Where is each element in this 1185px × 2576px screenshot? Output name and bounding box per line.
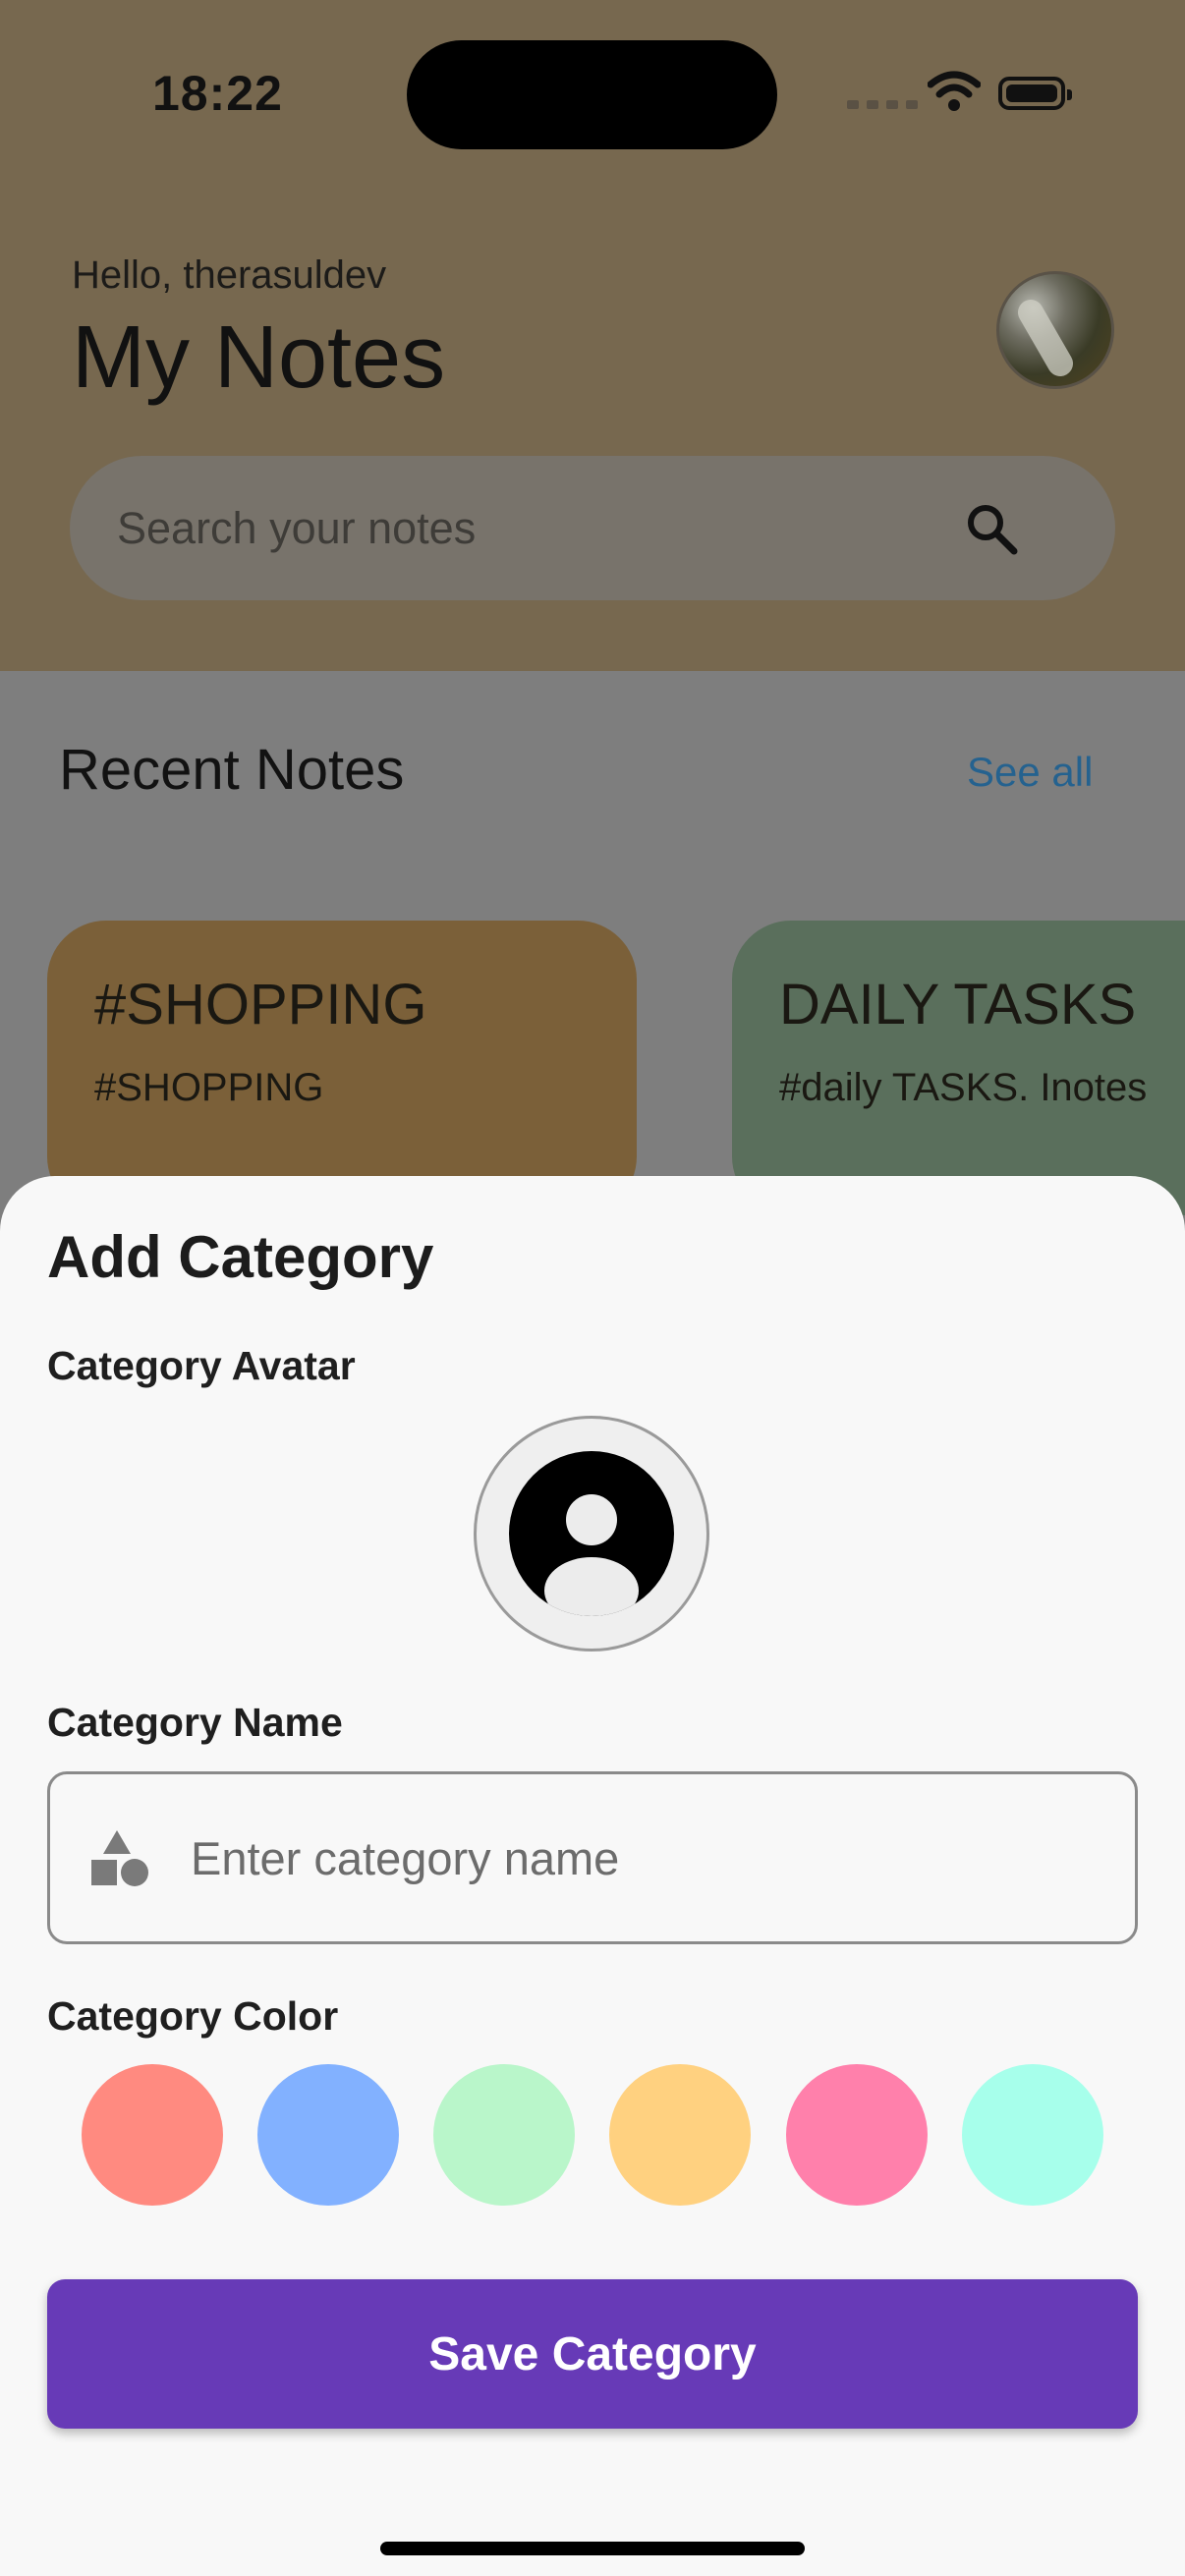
note-title: #SHOPPING [94,973,427,1036]
note-card[interactable]: #SHOPPING #SHOPPING [47,921,637,1215]
color-swatch-blue[interactable] [257,2064,399,2206]
dynamic-island [407,40,777,149]
color-swatch-orange[interactable] [609,2064,751,2206]
category-name-field [47,1771,1138,1944]
greeting: Hello, therasuldev [72,253,387,297]
color-swatch-red[interactable] [82,2064,223,2206]
battery-icon [998,77,1072,110]
status-time: 18:22 [152,66,283,121]
color-swatch-pink[interactable] [786,2064,928,2206]
category-name-input[interactable] [191,1774,1075,1941]
color-swatch-green[interactable] [433,2064,575,2206]
note-card[interactable]: DAILY TASKS #daily TASKS. Inotes [732,921,1185,1215]
search-icon[interactable] [963,500,1022,559]
status-icons [847,71,1083,120]
see-all-link[interactable]: See all [967,749,1093,796]
note-title: DAILY TASKS [779,973,1137,1036]
save-category-button[interactable]: Save Category [47,2279,1138,2429]
search-input[interactable] [117,456,962,600]
person-icon [509,1451,674,1616]
home-indicator [380,2542,805,2555]
avatar-picker[interactable] [474,1416,709,1652]
search-bar [70,456,1115,600]
color-swatch-teal[interactable] [962,2064,1103,2206]
color-label: Category Color [47,1993,339,2039]
avatar-label: Category Avatar [47,1343,356,1388]
note-preview: #SHOPPING [94,1066,324,1109]
sheet-title: Add Category [47,1224,434,1290]
note-preview: #daily TASKS. Inotes [779,1066,1148,1109]
name-label: Category Name [47,1700,343,1745]
cellular-signal-icon [847,100,918,109]
category-shapes-icon [91,1830,148,1886]
recent-notes-title: Recent Notes [59,738,405,802]
wifi-icon [928,71,981,111]
add-category-sheet: Add Category Category Avatar Category Na… [0,1176,1185,2576]
profile-avatar[interactable] [996,271,1114,389]
page-title: My Notes [72,308,446,407]
